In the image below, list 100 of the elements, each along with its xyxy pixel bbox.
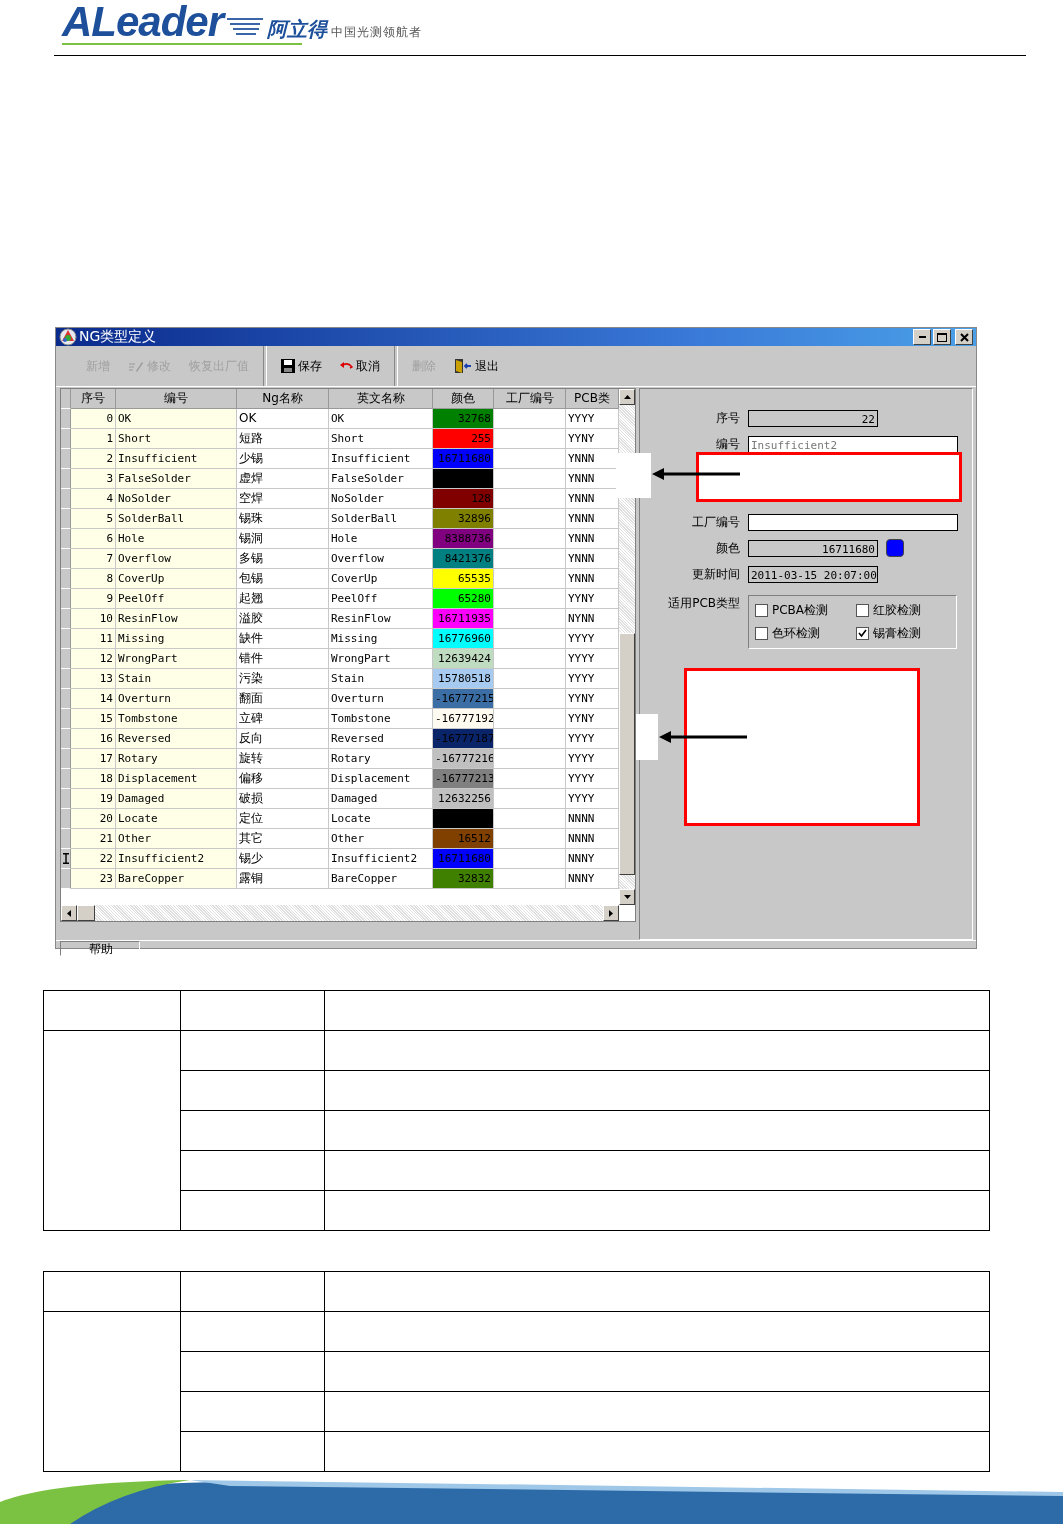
- field-label: 序号: [715, 409, 740, 427]
- input-field[interactable]: 16711680: [748, 539, 878, 557]
- checkbox[interactable]: 锡膏检测: [855, 625, 956, 642]
- color-swatch[interactable]: [886, 539, 904, 557]
- table-cell: Reversed: [116, 729, 237, 749]
- table-cell: 错件: [237, 649, 329, 669]
- field-label: 颜色: [715, 539, 740, 557]
- table-cell: 旋转: [237, 749, 329, 769]
- table-cell: Tombstone: [116, 709, 237, 729]
- tagline: 中国光测领航者: [331, 24, 423, 40]
- table-cell: 3: [71, 469, 116, 489]
- undo-arrow-icon: [340, 362, 353, 370]
- table-cell: 翻面: [237, 689, 329, 709]
- color-cell: 128: [433, 489, 494, 509]
- table-cell: Damaged: [116, 789, 237, 809]
- color-cell: -16777213: [433, 769, 494, 789]
- table-cell: 15: [71, 709, 116, 729]
- table-cell: 22: [71, 849, 116, 869]
- maximize-icon: [937, 332, 947, 342]
- vertical-scrollbar[interactable]: [619, 389, 635, 905]
- column-header[interactable]: 编号: [116, 389, 237, 409]
- column-header[interactable]: PCB类: [566, 389, 619, 409]
- table-cell: 16: [71, 729, 116, 749]
- color-cell: 32768: [433, 409, 494, 429]
- table-cell: [494, 569, 566, 589]
- table-cell: ResinFlow: [116, 609, 237, 629]
- color-cell: -16777215: [433, 689, 494, 709]
- table-cell: NoSolder: [116, 489, 237, 509]
- right-arrow-icon: [609, 909, 613, 917]
- toolbar-button[interactable]: 退出: [446, 351, 507, 381]
- table-cell: 起翘: [237, 589, 329, 609]
- table-cell: [494, 469, 566, 489]
- table-cell: 包锡: [237, 569, 329, 589]
- table-cell: WrongPart: [116, 649, 237, 669]
- table-cell: 定位: [237, 809, 329, 829]
- field-label: 更新时间: [691, 565, 740, 583]
- input-field[interactable]: Insufficient2: [748, 435, 958, 453]
- column-header[interactable]: 工厂编号: [494, 389, 566, 409]
- table-cell: OK: [116, 409, 237, 429]
- table-cell: [494, 849, 566, 869]
- table-cell: [494, 409, 566, 429]
- table-cell: [494, 809, 566, 829]
- toolbar-button[interactable]: 保存: [273, 351, 330, 381]
- table-cell: 反向: [237, 729, 329, 749]
- table-cell: [494, 669, 566, 689]
- table-cell: 污染: [237, 669, 329, 689]
- table-cell: [494, 489, 566, 509]
- table-cell: [494, 829, 566, 849]
- table-cell: [494, 609, 566, 629]
- color-cell: 16512: [433, 829, 494, 849]
- table-cell: 破损: [237, 789, 329, 809]
- table-cell: Hole: [116, 529, 237, 549]
- table-cell: 12: [71, 649, 116, 669]
- table-cell: 露铜: [237, 869, 329, 889]
- field-label: 编号: [715, 435, 740, 453]
- input-field[interactable]: 2011-03-15 20:07:00: [748, 565, 878, 583]
- horizontal-scrollbar[interactable]: [61, 905, 619, 921]
- table-cell: 少锡: [237, 449, 329, 469]
- table-cell: 锡少: [237, 849, 329, 869]
- table-cell: [494, 709, 566, 729]
- column-header[interactable]: 颜色: [433, 389, 494, 409]
- table-cell: 17: [71, 749, 116, 769]
- table-cell: BareCopper: [116, 869, 237, 889]
- table-cell: Other: [116, 829, 237, 849]
- table-cell: 7: [71, 549, 116, 569]
- minimize-button[interactable]: [913, 329, 931, 345]
- table-cell: [494, 729, 566, 749]
- scroll-thumb[interactable]: [619, 633, 635, 875]
- column-header[interactable]: 英文名称: [329, 389, 433, 409]
- column-header[interactable]: Ng名称: [237, 389, 329, 409]
- input-field[interactable]: 22: [748, 409, 878, 427]
- scroll-down-button[interactable]: [619, 889, 635, 905]
- close-button[interactable]: [955, 329, 973, 345]
- scroll-right-button[interactable]: [603, 905, 619, 921]
- color-cell: -16777187: [433, 729, 494, 749]
- scroll-thumb[interactable]: [77, 905, 95, 921]
- color-cell: 255: [433, 429, 494, 449]
- color-cell: 12639424: [433, 649, 494, 669]
- table-cell: 10: [71, 609, 116, 629]
- checkbox[interactable]: PCBA检测: [755, 602, 856, 619]
- scroll-left-button[interactable]: [61, 905, 77, 921]
- scroll-up-button[interactable]: [619, 389, 635, 405]
- checkbox[interactable]: 红胶检测: [855, 602, 956, 619]
- table-cell: [494, 449, 566, 469]
- table-cell: 0: [71, 409, 116, 429]
- column-header[interactable]: 序号: [71, 389, 116, 409]
- table-cell: Insufficient2: [116, 849, 237, 869]
- input-field[interactable]: [748, 513, 958, 531]
- table-cell: 2: [71, 449, 116, 469]
- table-cell: Missing: [116, 629, 237, 649]
- color-cell: 65280: [433, 589, 494, 609]
- table-cell: FalseSolder: [116, 469, 237, 489]
- minimize-icon: [918, 336, 926, 338]
- color-cell: 16711935: [433, 609, 494, 629]
- maximize-button[interactable]: [933, 329, 951, 345]
- table-cell: 锡洞: [237, 529, 329, 549]
- table-cell: Rotary: [116, 749, 237, 769]
- table-cell: 缺件: [237, 629, 329, 649]
- toolbar-button[interactable]: 取消: [332, 351, 388, 381]
- checkbox[interactable]: 色环检测: [755, 625, 856, 642]
